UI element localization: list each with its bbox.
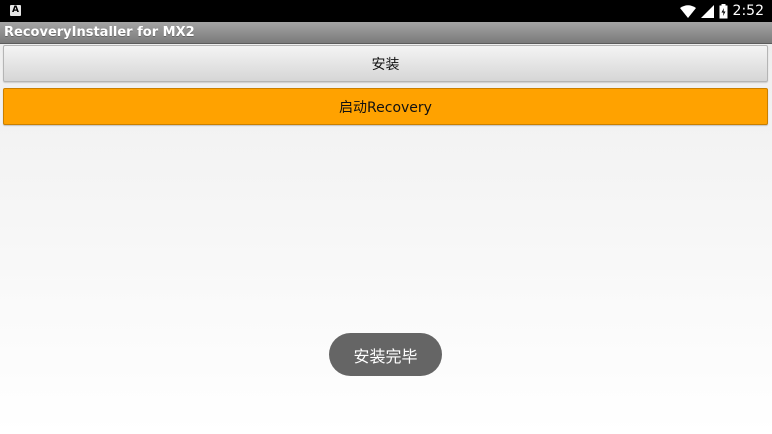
status-time: 2:52 — [732, 3, 764, 19]
battery-icon — [719, 3, 728, 18]
status-bar: A 2:52 — [0, 0, 772, 22]
install-button[interactable]: 安装 — [3, 45, 768, 82]
notification-icon: A — [10, 5, 21, 16]
status-icons: 2:52 — [679, 0, 764, 22]
app-screen: A 2:52 RecoveryInstaller for MX2 安装 启动Re… — [0, 0, 772, 434]
signal-icon — [700, 4, 714, 18]
app-title: RecoveryInstaller for MX2 — [4, 25, 195, 40]
launch-recovery-button[interactable]: 启动Recovery — [3, 88, 768, 125]
toast-message: 安装完毕 — [329, 333, 442, 376]
wifi-icon — [679, 4, 696, 18]
title-bar: RecoveryInstaller for MX2 — [0, 22, 772, 44]
